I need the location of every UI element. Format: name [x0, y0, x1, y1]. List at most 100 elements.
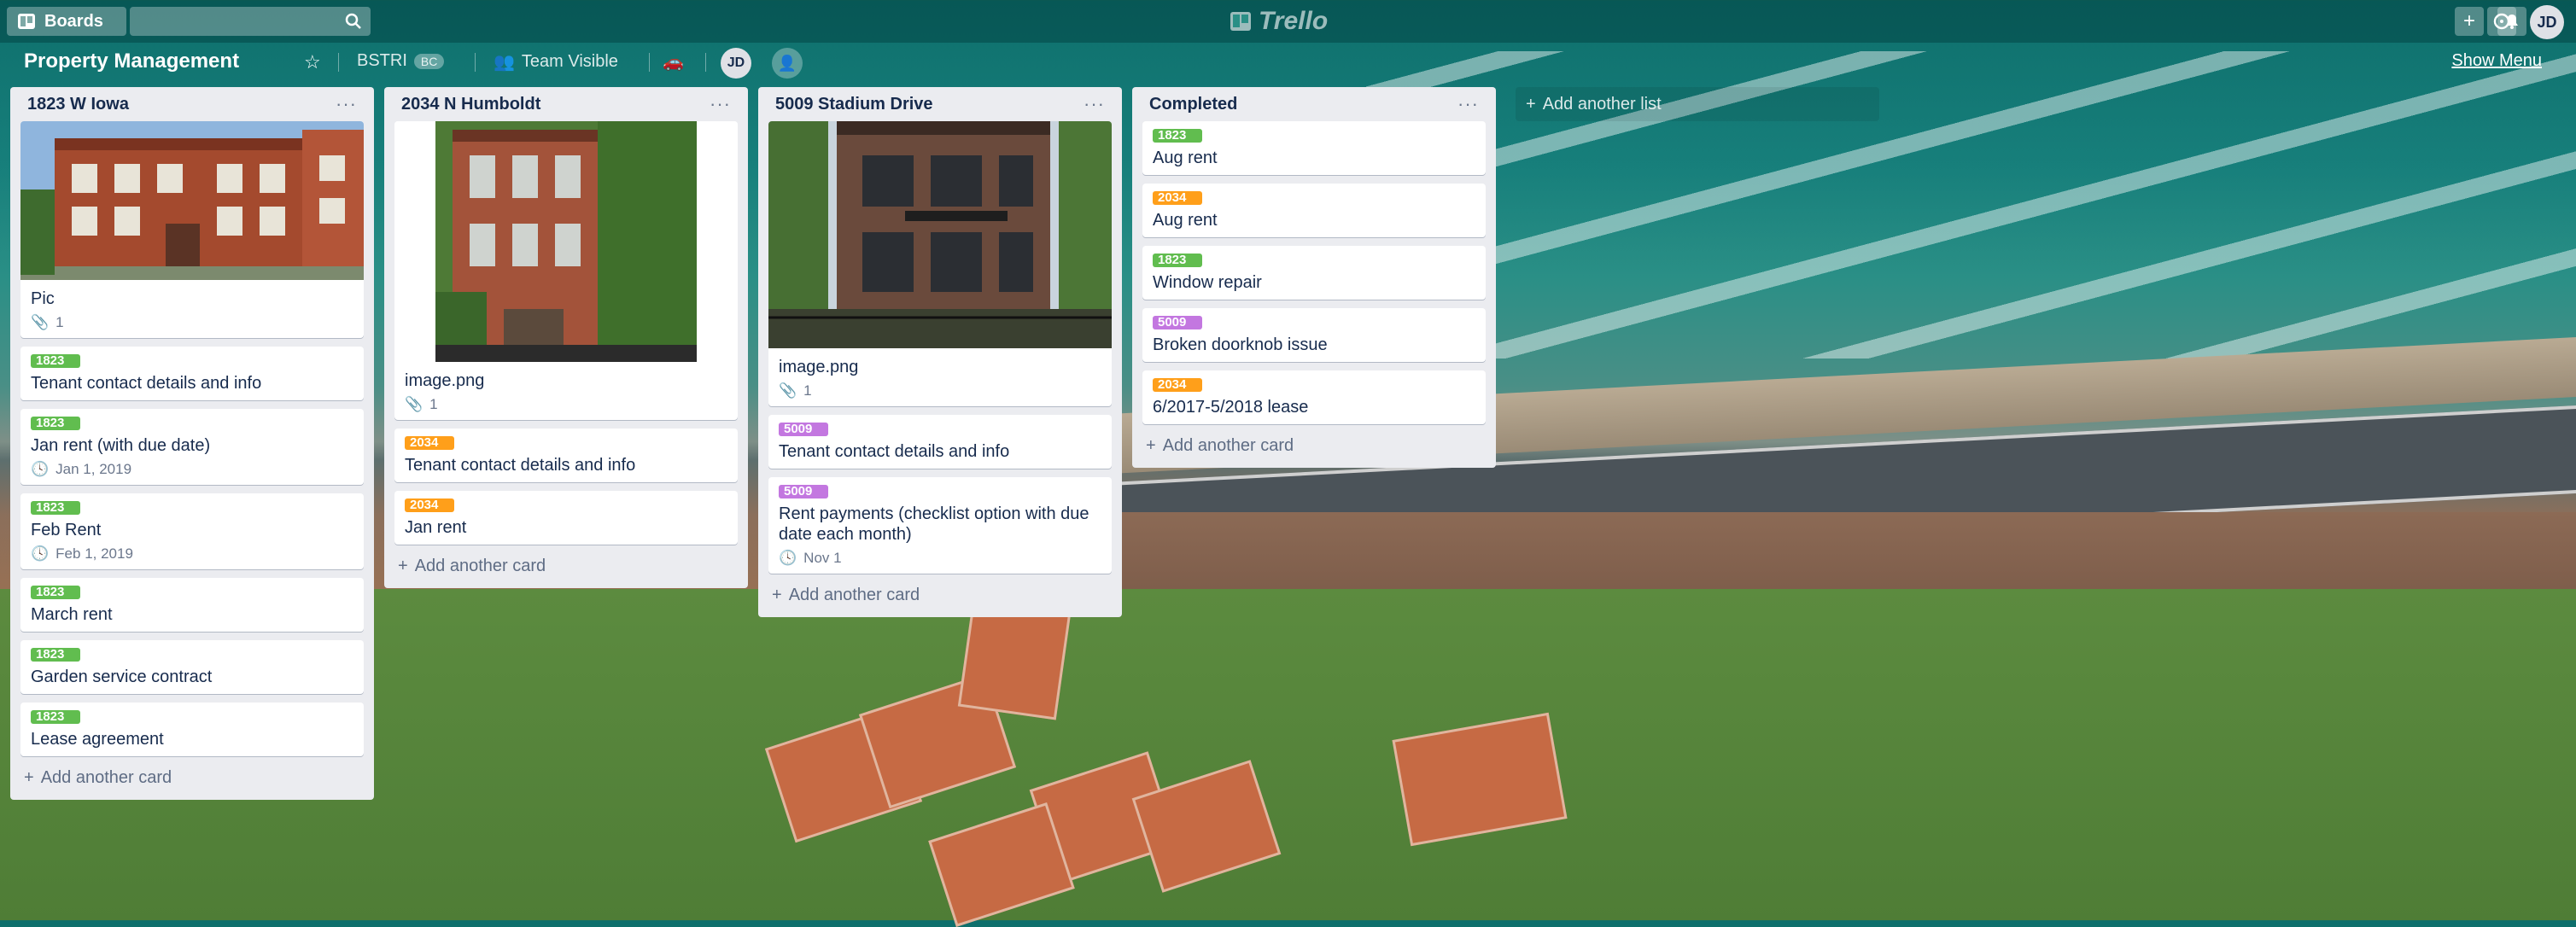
- attachment-count: 1: [55, 314, 64, 330]
- add-member-icon: 👤: [777, 54, 797, 72]
- card[interactable]: 1823 Window repair: [1142, 246, 1486, 300]
- team-badge: BC: [413, 53, 445, 69]
- add-card-button[interactable]: + Add another card: [768, 582, 1112, 609]
- card[interactable]: 5009 Broken doorknob issue: [1142, 308, 1486, 362]
- card-title: Pic: [31, 289, 55, 308]
- invite-member-button[interactable]: 👤: [772, 48, 803, 79]
- list-title[interactable]: 2034 N Humboldt: [401, 95, 540, 114]
- list-1823-w-iowa: 1823 W Iowa ··· Pic 📎 1 1823 Tenant cont…: [10, 87, 374, 800]
- card-title: Tenant contact details and info: [405, 456, 636, 475]
- attachment-count: 1: [429, 396, 438, 412]
- list-header[interactable]: Completed ···: [1142, 87, 1486, 121]
- card[interactable]: 2034 6/2017-5/2018 lease: [1142, 370, 1486, 424]
- divider: [649, 53, 650, 72]
- search-input[interactable]: [130, 7, 371, 36]
- card[interactable]: 5009 Tenant contact details and info: [768, 415, 1112, 469]
- board-title[interactable]: Property Management: [24, 50, 239, 73]
- user-avatar[interactable]: JD: [2530, 5, 2564, 39]
- card-title: Feb Rent: [31, 521, 102, 539]
- card-title: Lease agreement: [31, 730, 164, 749]
- card-label: 2034: [405, 436, 454, 450]
- card-title: 6/2017-5/2018 lease: [1153, 398, 1309, 417]
- paperclip-icon: 📎: [779, 382, 797, 399]
- card[interactable]: 1823 Tenant contact details and info: [20, 347, 364, 400]
- paperclip-icon: 📎: [31, 314, 50, 330]
- visibility-button[interactable]: 👥 Team Visible: [494, 51, 618, 73]
- due-date-badge: 🕓 Jan 1, 2019: [31, 461, 353, 478]
- card[interactable]: 1823 Aug rent: [1142, 121, 1486, 175]
- list-header[interactable]: 2034 N Humboldt ···: [394, 87, 738, 121]
- card-label: 2034: [1153, 378, 1202, 392]
- list-title[interactable]: 5009 Stadium Drive: [775, 95, 933, 114]
- member-avatar[interactable]: JD: [721, 48, 751, 79]
- star-icon[interactable]: ☆: [304, 51, 321, 73]
- list-menu-icon[interactable]: ···: [1084, 93, 1105, 115]
- boards-button[interactable]: Boards: [7, 7, 126, 36]
- card[interactable]: 1823 Jan rent (with due date) 🕓 Jan 1, 20…: [20, 409, 364, 485]
- search-icon[interactable]: [345, 13, 362, 30]
- list-header[interactable]: 5009 Stadium Drive ···: [768, 87, 1112, 121]
- list-header[interactable]: 1823 W Iowa ···: [20, 87, 364, 121]
- due-date: Jan 1, 2019: [55, 461, 132, 477]
- card-title: image.png: [405, 371, 485, 390]
- add-card-button[interactable]: + Add another card: [1142, 433, 1486, 459]
- plus-icon: +: [772, 586, 782, 604]
- list-menu-icon[interactable]: ···: [336, 93, 357, 115]
- add-card-button[interactable]: + Add another card: [394, 553, 738, 580]
- team-icon: 👥: [494, 53, 515, 72]
- team-button[interactable]: BSTRI BC: [357, 51, 445, 71]
- trello-logo-icon: [1230, 12, 1251, 31]
- card-label: 1823: [31, 648, 80, 662]
- card-title: Aug rent: [1153, 149, 1218, 167]
- card[interactable]: 1823 Feb Rent 🕓 Feb 1, 2019: [20, 493, 364, 569]
- card-label: 1823: [31, 586, 80, 599]
- card[interactable]: image.png 📎 1: [768, 121, 1112, 406]
- card[interactable]: image.png 📎 1: [394, 121, 738, 420]
- card-label: 5009: [779, 485, 828, 498]
- add-list-button[interactable]: + Add another list: [1516, 87, 1879, 121]
- card-title: Tenant contact details and info: [779, 442, 1010, 461]
- card[interactable]: Pic 📎 1: [20, 121, 364, 338]
- card[interactable]: 5009 Rent payments (checklist option wit…: [768, 477, 1112, 574]
- paperclip-icon: 📎: [405, 396, 423, 412]
- list-2034-n-humboldt: 2034 N Humboldt ··· image.png 📎 1 2034 T…: [384, 87, 748, 588]
- list-title[interactable]: Completed: [1149, 95, 1237, 114]
- house-photo: [394, 121, 738, 362]
- add-button[interactable]: +: [2455, 7, 2484, 36]
- card[interactable]: 1823 Garden service contract: [20, 640, 364, 694]
- list-5009-stadium-drive: 5009 Stadium Drive ··· image.png 📎 1 500…: [758, 87, 1122, 617]
- plus-icon: +: [2462, 9, 2475, 32]
- card-label: 1823: [31, 501, 80, 515]
- list-menu-icon[interactable]: ···: [710, 93, 731, 115]
- attachment-badge: 📎 1: [405, 396, 727, 413]
- divider: [338, 53, 339, 72]
- logo-text: Trello: [1259, 7, 1329, 35]
- clock-icon: 🕓: [31, 545, 50, 562]
- top-header: Boards Trello + JD: [0, 0, 2576, 43]
- card[interactable]: 2034 Tenant contact details and info: [394, 429, 738, 482]
- card[interactable]: 2034 Aug rent: [1142, 184, 1486, 237]
- card-label: 5009: [1153, 316, 1202, 329]
- list-title[interactable]: 1823 W Iowa: [27, 95, 129, 114]
- butler-icon: 🚗: [663, 53, 684, 72]
- add-card-button[interactable]: + Add another card: [20, 765, 364, 791]
- plus-icon: +: [24, 768, 34, 787]
- card-label: 5009: [779, 423, 828, 436]
- card[interactable]: 1823 Lease agreement: [20, 703, 364, 756]
- show-menu-link[interactable]: Show Menu: [2451, 51, 2542, 71]
- list-menu-icon[interactable]: ···: [1457, 93, 1479, 115]
- butler-button[interactable]: 🚗: [663, 51, 684, 73]
- due-date: Nov 1: [803, 550, 842, 566]
- card-title: Broken doorknob issue: [1153, 335, 1328, 354]
- card[interactable]: 2034 Jan rent: [394, 491, 738, 545]
- add-card-label: Add another card: [414, 557, 546, 575]
- trello-logo[interactable]: Trello: [1230, 7, 1328, 36]
- bell-icon: [2506, 15, 2518, 29]
- plus-icon: +: [398, 557, 408, 575]
- notifications-button[interactable]: [2497, 7, 2526, 36]
- card[interactable]: 1823 March rent: [20, 578, 364, 632]
- card-label: 2034: [405, 498, 454, 512]
- add-card-label: Add another card: [788, 586, 920, 604]
- cliff: [1025, 512, 2576, 683]
- card-label: 1823: [1153, 254, 1202, 267]
